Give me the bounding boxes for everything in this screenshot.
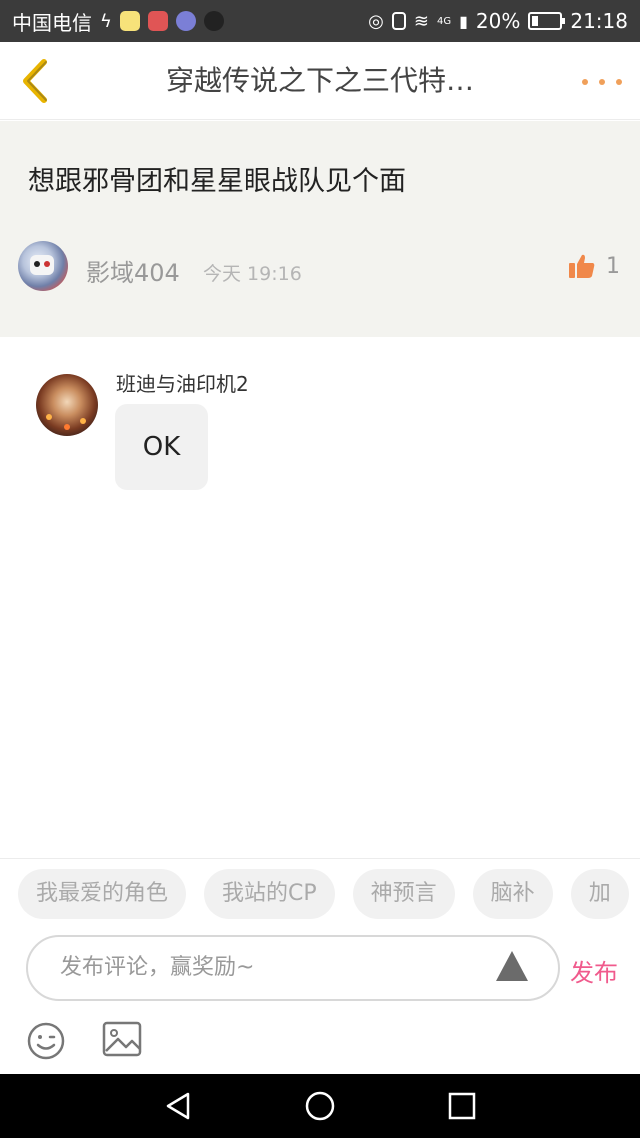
emoji-icon[interactable] <box>26 1021 66 1061</box>
header: 穿越传说之下之三代特… <box>0 42 640 120</box>
comment-input-placeholder: 发布评论，赢奖励~ <box>60 955 255 980</box>
image-icon[interactable] <box>102 1021 142 1057</box>
thumbs-up-icon <box>569 254 595 278</box>
tag-chip[interactable]: 神预言 <box>352 869 455 919</box>
comment-input[interactable]: 发布评论，赢奖励~ <box>26 935 560 1001</box>
tag-chip[interactable]: 我最爱的角色 <box>18 869 187 919</box>
nav-back-icon[interactable] <box>162 1090 194 1122</box>
app-notification-icon <box>175 11 196 31</box>
avatar-face <box>30 255 54 275</box>
comment-author-name[interactable]: 班迪与油印机2 <box>116 368 249 397</box>
page-title: 穿越传说之下之三代特… <box>165 64 474 97</box>
nav-home-icon[interactable] <box>304 1090 336 1122</box>
like-count: 1 <box>606 253 620 279</box>
wifi-icon: ≋ <box>413 10 429 32</box>
tag-chip[interactable]: 我站的CP <box>204 869 335 919</box>
more-button[interactable] <box>582 70 622 94</box>
battery-icon <box>528 12 566 30</box>
tag-chip[interactable]: 脑补 <box>472 869 553 919</box>
post-author-avatar[interactable] <box>18 241 68 291</box>
lightning-icon: ϟ <box>100 10 112 32</box>
comment-bubble: OK <box>115 404 208 490</box>
like-button[interactable]: 1 <box>568 253 620 279</box>
carrier-label: 中国电信 <box>12 10 92 35</box>
comment-text: OK <box>142 432 181 462</box>
data-saver-icon: ◎ <box>368 10 384 32</box>
post-card: 想跟邪骨团和星星眼战队见个面 影域404 今天 19:16 1 <box>0 121 640 337</box>
more-dot-icon <box>582 79 588 85</box>
signal-icon: ▮ <box>459 11 468 31</box>
status-bar: 中国电信 ϟ ◎ ≋ 4G ▮ 20% 21:18 <box>0 0 640 42</box>
battery-percent: 20% <box>475 9 521 33</box>
system-nav-bar <box>0 1074 640 1138</box>
more-dot-icon <box>616 79 622 85</box>
tag-chip[interactable]: 加 <box>570 869 629 919</box>
publish-button[interactable]: 发布 <box>570 953 618 988</box>
vibrate-icon <box>391 12 406 30</box>
more-dot-icon <box>599 79 605 85</box>
post-author-name[interactable]: 影域404 <box>86 253 180 288</box>
app-notification-icon <box>119 11 140 31</box>
signal-label: 4G <box>436 15 452 27</box>
tiktok-icon <box>203 11 224 31</box>
status-right: ◎ ≋ 4G ▮ 20% 21:18 <box>368 9 628 33</box>
comment-author-avatar[interactable] <box>36 374 98 436</box>
back-button[interactable] <box>12 56 56 106</box>
quick-tags: 我最爱的角色 我站的CP 神预言 脑补 加 <box>18 869 640 919</box>
post-time: 今天 19:16 <box>203 263 302 285</box>
comment-composer: 我最爱的角色 我站的CP 神预言 脑补 加 发布评论，赢奖励~ 发布 <box>0 858 640 1074</box>
back-arrow-icon <box>23 59 47 103</box>
send-arrow-icon[interactable] <box>496 951 528 981</box>
status-left: 中国电信 ϟ <box>12 7 368 36</box>
nav-recents-icon[interactable] <box>446 1090 478 1122</box>
app-notification-icon <box>147 11 168 31</box>
post-title: 想跟邪骨团和星星眼战队见个面 <box>28 166 406 197</box>
clock: 21:18 <box>570 9 628 33</box>
